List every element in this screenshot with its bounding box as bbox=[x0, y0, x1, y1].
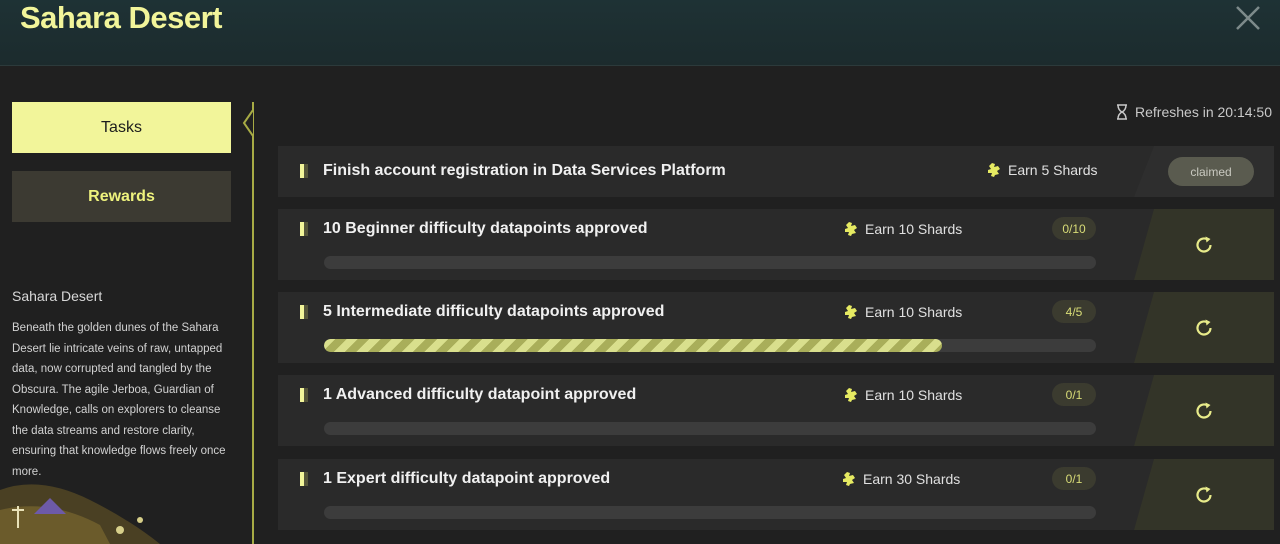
refresh-icon bbox=[1196, 319, 1212, 336]
tab-rewards[interactable]: Rewards bbox=[12, 171, 231, 222]
refresh-icon bbox=[1196, 236, 1212, 253]
sidebar-divider bbox=[252, 102, 254, 544]
task-reward: Earn 30 Shards bbox=[841, 471, 960, 487]
refresh-icon bbox=[1196, 486, 1212, 503]
task-row: Finish account registration in Data Serv… bbox=[278, 146, 1274, 197]
task-reward-label: Earn 30 Shards bbox=[863, 471, 961, 487]
task-marker bbox=[300, 472, 308, 486]
refresh-timer: Refreshes in 20:14:50 bbox=[1115, 104, 1272, 120]
refresh-text: Refreshes in 20:14:50 bbox=[1135, 104, 1272, 120]
task-count-badge: 0/10 bbox=[1052, 217, 1096, 240]
task-name: 10 Beginner difficulty datapoints approv… bbox=[323, 220, 648, 237]
task-row: 10 Beginner difficulty datapoints approv… bbox=[278, 209, 1274, 280]
active-tab-notch bbox=[242, 110, 254, 136]
tab-tasks[interactable]: Tasks bbox=[12, 102, 231, 153]
task-progress-bar bbox=[324, 256, 1096, 269]
page-title: Sahara Desert bbox=[20, 0, 223, 35]
shard-icon bbox=[845, 305, 857, 319]
shard-icon bbox=[843, 472, 855, 486]
task-reward: Earn 10 Shards bbox=[843, 387, 962, 403]
task-marker bbox=[300, 388, 308, 402]
task-refresh-button[interactable] bbox=[1134, 459, 1274, 530]
task-reward-label: Earn 5 Shards bbox=[1008, 162, 1098, 178]
task-reward: Earn 10 Shards bbox=[843, 221, 962, 237]
refresh-icon bbox=[1196, 402, 1212, 419]
task-progress-fill bbox=[324, 339, 942, 352]
task-name: 1 Expert difficulty datapoint approved bbox=[323, 470, 611, 487]
task-refresh-button[interactable] bbox=[1134, 292, 1274, 363]
task-progress-bar bbox=[324, 422, 1096, 435]
desert-map-art-icon bbox=[0, 484, 160, 544]
task-name: 1 Advanced difficulty datapoint approved bbox=[323, 386, 637, 403]
hourglass-icon bbox=[1117, 104, 1128, 120]
tab-rewards-label: Rewards bbox=[88, 187, 155, 205]
claimed-badge: claimed bbox=[1168, 157, 1254, 186]
task-count-badge: 4/5 bbox=[1052, 300, 1096, 323]
shard-icon bbox=[845, 222, 857, 236]
task-reward: Earn 10 Shards bbox=[843, 304, 962, 320]
task-reward-label: Earn 10 Shards bbox=[865, 221, 963, 237]
task-reward-label: Earn 10 Shards bbox=[865, 387, 963, 403]
header: Sahara Desert bbox=[0, 0, 1280, 66]
task-marker bbox=[300, 164, 308, 178]
location-title: Sahara Desert bbox=[12, 288, 103, 304]
task-name: Finish account registration in Data Serv… bbox=[323, 162, 726, 179]
task-count-badge: 0/1 bbox=[1052, 467, 1096, 490]
tab-tasks-label: Tasks bbox=[101, 118, 142, 136]
shard-icon bbox=[988, 163, 1000, 177]
shard-icon bbox=[845, 388, 857, 402]
task-row: 1 Expert difficulty datapoint approved E… bbox=[278, 459, 1274, 530]
task-name: 5 Intermediate difficulty datapoints app… bbox=[323, 303, 665, 320]
task-marker bbox=[300, 305, 308, 319]
task-count-badge: 0/1 bbox=[1052, 383, 1096, 406]
task-marker bbox=[300, 222, 308, 236]
task-refresh-button[interactable] bbox=[1134, 209, 1274, 280]
task-progress-bar bbox=[324, 339, 1096, 352]
location-description: Beneath the golden dunes of the Sahara D… bbox=[12, 322, 226, 478]
task-row: 5 Intermediate difficulty datapoints app… bbox=[278, 292, 1274, 363]
task-claimed-panel: claimed bbox=[1134, 146, 1274, 197]
task-row: 1 Advanced difficulty datapoint approved… bbox=[278, 375, 1274, 446]
task-progress-bar bbox=[324, 506, 1096, 519]
close-icon[interactable] bbox=[1234, 4, 1262, 32]
task-reward: Earn 5 Shards bbox=[986, 162, 1098, 178]
task-refresh-button[interactable] bbox=[1134, 375, 1274, 446]
task-reward-label: Earn 10 Shards bbox=[865, 304, 963, 320]
